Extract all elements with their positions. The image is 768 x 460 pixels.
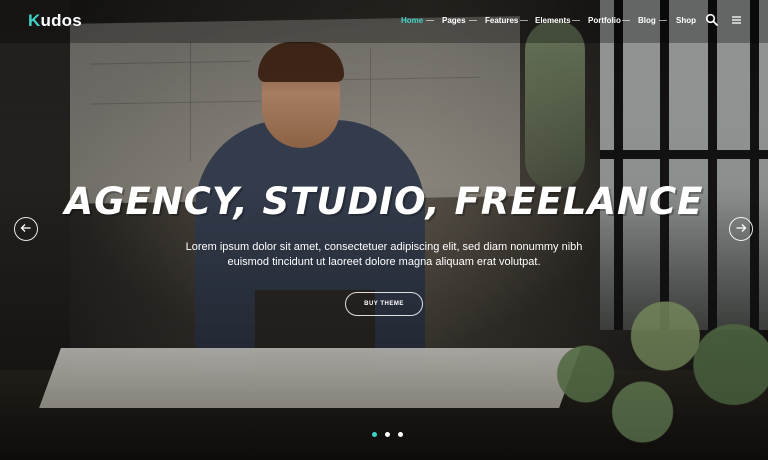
nav-blog[interactable]: Blog [638, 16, 656, 25]
slide-dot[interactable] [398, 432, 403, 437]
nav-shop[interactable]: Shop [676, 16, 696, 25]
nav-separator [520, 20, 528, 21]
buy-theme-button[interactable]: BUY THEME [345, 292, 423, 316]
search-icon[interactable] [705, 13, 721, 29]
top-navbar: Kudos Home Pages Features Elements Portf… [0, 0, 768, 43]
image-overlay [0, 0, 768, 460]
slide-dot[interactable] [372, 432, 377, 437]
nav-portfolio[interactable]: Portfolio [588, 16, 621, 25]
nav-pages[interactable]: Pages [442, 16, 466, 25]
prev-slide-button[interactable] [14, 217, 38, 241]
nav-separator [426, 20, 434, 21]
hero-title: AGENCY, STUDIO, FREELANCE [64, 180, 704, 223]
hero-description: Lorem ipsum dolor sit amet, consectetuer… [150, 240, 618, 270]
hero-background-image [0, 0, 768, 460]
nav-features[interactable]: Features [485, 16, 518, 25]
logo-text: udos [40, 11, 82, 30]
menu-icon[interactable] [730, 13, 746, 29]
logo-initial: K [28, 11, 41, 30]
arrow-left-icon [20, 220, 32, 238]
hero-description-line: euismod tincidunt ut laoreet dolore magn… [227, 256, 541, 268]
slide-dot[interactable] [385, 432, 390, 437]
hero-description-line: Lorem ipsum dolor sit amet, consectetuer… [185, 241, 583, 253]
nav-separator [622, 20, 630, 21]
nav-separator [572, 20, 580, 21]
nav-elements[interactable]: Elements [535, 16, 571, 25]
logo[interactable]: Kudos [28, 11, 82, 31]
nav-home[interactable]: Home [401, 16, 423, 25]
slider-pagination [372, 432, 403, 437]
nav-separator [659, 20, 667, 21]
arrow-right-icon [735, 220, 747, 238]
nav-separator [469, 20, 477, 21]
next-slide-button[interactable] [729, 217, 753, 241]
